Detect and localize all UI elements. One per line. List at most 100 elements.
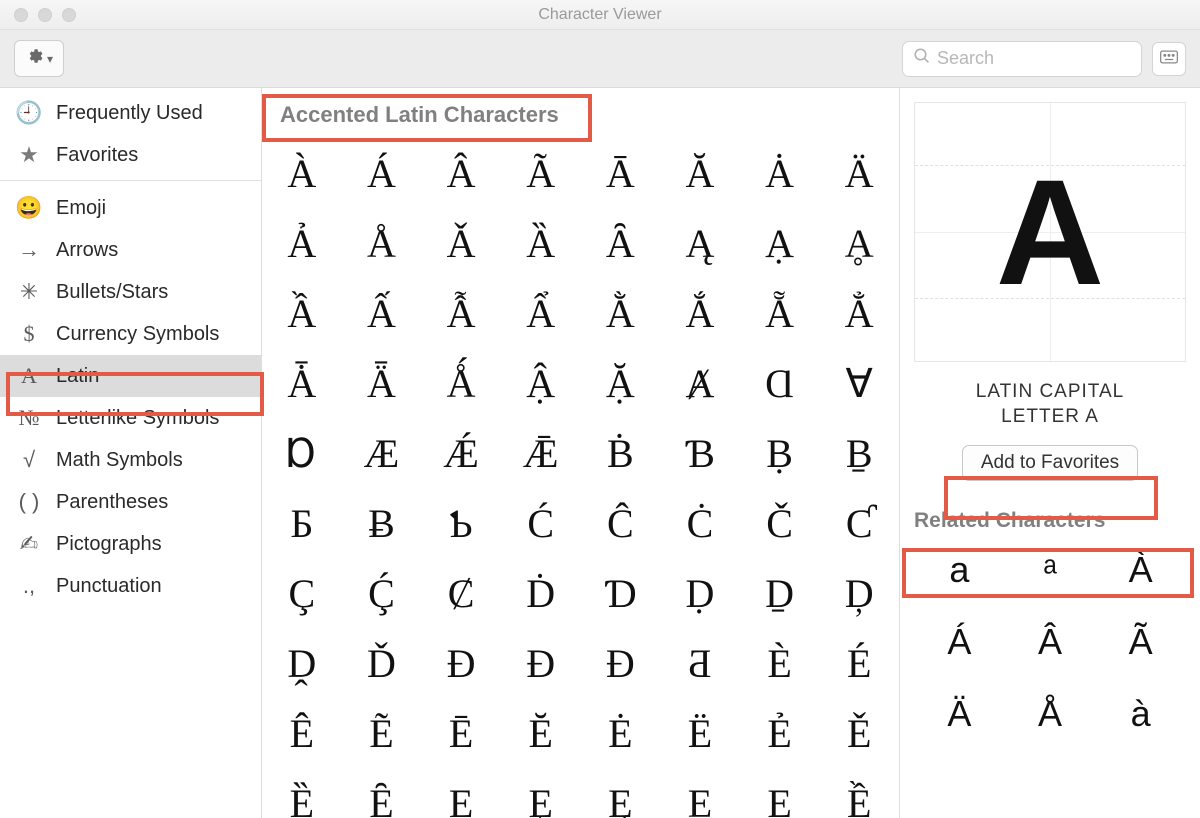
character-cell[interactable]: Ǟ bbox=[342, 348, 422, 418]
character-cell[interactable]: Ç bbox=[262, 558, 342, 628]
character-cell[interactable]: Ẳ bbox=[819, 278, 899, 348]
character-cell[interactable]: Ậ bbox=[501, 348, 581, 418]
character-cell[interactable]: Ẽ bbox=[342, 698, 422, 768]
character-cell[interactable]: Ã bbox=[501, 138, 581, 208]
character-cell[interactable]: Ƈ bbox=[819, 488, 899, 558]
character-cell[interactable]: Ȩ bbox=[501, 768, 581, 818]
related-character[interactable]: a bbox=[914, 543, 1005, 597]
sidebar-item-favorites[interactable]: ★Favorites bbox=[0, 134, 261, 176]
character-cell[interactable]: Ạ bbox=[740, 208, 820, 278]
related-character[interactable]: Á bbox=[914, 615, 1005, 669]
character-cell[interactable]: Ẻ bbox=[740, 698, 820, 768]
character-cell[interactable]: Ḓ bbox=[262, 628, 342, 698]
character-cell[interactable]: Ǻ bbox=[421, 348, 501, 418]
character-cell[interactable]: Ặ bbox=[581, 348, 661, 418]
sidebar-item-pictographs[interactable]: ✍︎Pictographs bbox=[0, 523, 261, 565]
character-cell[interactable]: Ⱥ bbox=[660, 348, 740, 418]
character-cell[interactable]: Ĕ bbox=[501, 698, 581, 768]
character-cell[interactable]: Đ bbox=[421, 628, 501, 698]
character-cell[interactable]: Ĉ bbox=[581, 488, 661, 558]
character-cell[interactable]: Ằ bbox=[581, 278, 661, 348]
character-cell[interactable]: Ė bbox=[581, 698, 661, 768]
character-cell[interactable]: À bbox=[262, 138, 342, 208]
character-cell[interactable]: Ƌ bbox=[660, 628, 740, 698]
character-cell[interactable]: Ɐ bbox=[819, 348, 899, 418]
sidebar-item-emoji[interactable]: 😀Emoji bbox=[0, 187, 261, 229]
sidebar-item-parentheses[interactable]: ( )Parentheses bbox=[0, 481, 261, 523]
character-cell[interactable]: Ấ bbox=[342, 278, 422, 348]
sidebar-item-punctuation[interactable]: .,Punctuation bbox=[0, 565, 261, 607]
character-cell[interactable]: Ā bbox=[581, 138, 661, 208]
character-cell[interactable]: Ê bbox=[262, 698, 342, 768]
character-cell[interactable]: Ḁ bbox=[819, 208, 899, 278]
character-cell[interactable]: Æ bbox=[342, 418, 422, 488]
character-cell[interactable]: Ď bbox=[342, 628, 422, 698]
minimize-icon[interactable] bbox=[38, 8, 52, 22]
character-cell[interactable]: Å bbox=[342, 208, 422, 278]
character-cell[interactable]: Ȅ bbox=[262, 768, 342, 818]
sidebar-item-letterlike-symbols[interactable]: №Letterlike Symbols bbox=[0, 397, 261, 439]
close-icon[interactable] bbox=[14, 8, 28, 22]
character-cell[interactable]: Ē bbox=[421, 698, 501, 768]
character-cell[interactable]: Ę bbox=[581, 768, 661, 818]
related-character[interactable]: Ä bbox=[914, 687, 1005, 741]
settings-button[interactable]: ▾ bbox=[14, 40, 64, 77]
related-character[interactable]: à bbox=[1095, 687, 1186, 741]
related-character[interactable]: À bbox=[1095, 543, 1186, 597]
character-cell[interactable]: Ǎ bbox=[421, 208, 501, 278]
character-cell[interactable]: Ɗ bbox=[581, 558, 661, 628]
character-cell[interactable]: Ḍ bbox=[660, 558, 740, 628]
character-cell[interactable]: È bbox=[740, 628, 820, 698]
character-cell[interactable]: Ć bbox=[501, 488, 581, 558]
character-cell[interactable]: Ḃ bbox=[581, 418, 661, 488]
character-cell[interactable]: Ȁ bbox=[501, 208, 581, 278]
character-cell[interactable]: Á bbox=[342, 138, 422, 208]
character-cell[interactable]: Ȃ bbox=[581, 208, 661, 278]
toggle-view-button[interactable] bbox=[1152, 42, 1186, 76]
character-cell[interactable]: Ḋ bbox=[501, 558, 581, 628]
character-cell[interactable]: Č bbox=[740, 488, 820, 558]
character-cell[interactable]: Ċ bbox=[660, 488, 740, 558]
sidebar-item-math-symbols[interactable]: √Math Symbols bbox=[0, 439, 261, 481]
character-cell[interactable]: Ƃ bbox=[262, 488, 342, 558]
character-cell[interactable]: Ẵ bbox=[740, 278, 820, 348]
sidebar-item-bullets-stars[interactable]: ✳︎Bullets/Stars bbox=[0, 271, 261, 313]
sidebar-item-currency-symbols[interactable]: $Currency Symbols bbox=[0, 313, 261, 355]
add-to-favorites-button[interactable]: Add to Favorites bbox=[962, 445, 1138, 481]
character-cell[interactable]: Ḉ bbox=[342, 558, 422, 628]
character-cell[interactable]: Ɓ bbox=[660, 418, 740, 488]
sidebar-item-frequently-used[interactable]: 🕘Frequently Used bbox=[0, 92, 261, 134]
character-cell[interactable]: Ɑ bbox=[740, 348, 820, 418]
related-character[interactable]: Â bbox=[1005, 615, 1096, 669]
related-character[interactable]: Ã bbox=[1095, 615, 1186, 669]
character-cell[interactable]: Ȼ bbox=[421, 558, 501, 628]
character-cell[interactable]: Ǽ bbox=[421, 418, 501, 488]
character-cell[interactable]: Ǡ bbox=[262, 348, 342, 418]
character-cell[interactable]: Ą bbox=[660, 208, 740, 278]
character-cell[interactable]: Ă bbox=[660, 138, 740, 208]
character-cell[interactable]: Ẫ bbox=[421, 278, 501, 348]
character-cell[interactable]: Ǣ bbox=[501, 418, 581, 488]
character-cell[interactable]: Ả bbox=[262, 208, 342, 278]
related-character[interactable]: Å bbox=[1005, 687, 1096, 741]
character-cell[interactable]: Ḑ bbox=[819, 558, 899, 628]
character-cell[interactable]: É bbox=[819, 628, 899, 698]
character-cell[interactable]: Ä bbox=[819, 138, 899, 208]
character-cell[interactable]: Ë bbox=[660, 698, 740, 768]
related-character[interactable]: ᵃ bbox=[1005, 543, 1096, 597]
character-cell[interactable]: Ȇ bbox=[342, 768, 422, 818]
character-cell[interactable]: Ɖ bbox=[581, 628, 661, 698]
character-cell[interactable]: Ȧ bbox=[740, 138, 820, 208]
window-controls[interactable] bbox=[14, 8, 76, 22]
character-cell[interactable]: Ẹ bbox=[421, 768, 501, 818]
character-cell[interactable]: Ě bbox=[819, 698, 899, 768]
sidebar-item-latin[interactable]: ALatin bbox=[0, 355, 261, 397]
character-cell[interactable]: Â bbox=[421, 138, 501, 208]
character-cell[interactable]: Ề bbox=[819, 768, 899, 818]
character-cell[interactable]: Ƅ bbox=[421, 488, 501, 558]
zoom-icon[interactable] bbox=[62, 8, 76, 22]
character-cell[interactable]: Ḛ bbox=[740, 768, 820, 818]
character-cell[interactable]: Ầ bbox=[262, 278, 342, 348]
sidebar-item-arrows[interactable]: →Arrows bbox=[0, 229, 261, 271]
character-cell[interactable]: Ð bbox=[501, 628, 581, 698]
